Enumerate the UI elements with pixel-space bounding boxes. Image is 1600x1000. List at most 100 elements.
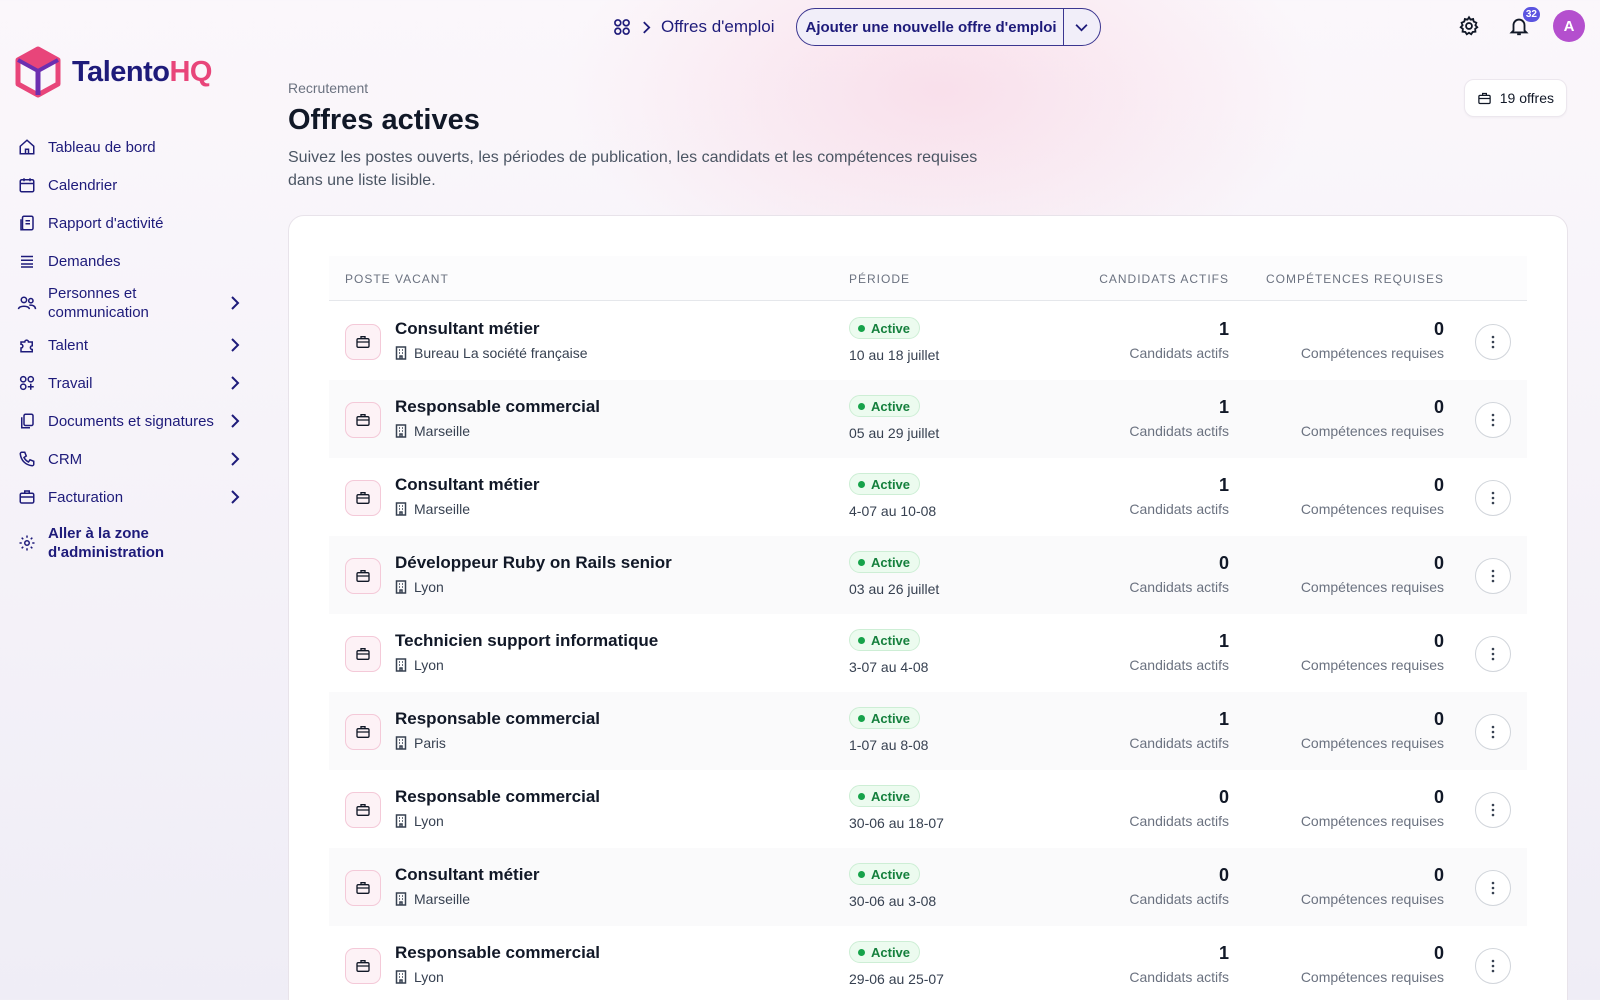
- job-period: 10 au 18 juillet: [849, 347, 940, 363]
- skills-label: Compétences requises: [1300, 501, 1444, 517]
- job-title[interactable]: Responsable commercial: [395, 709, 600, 729]
- people-icon: [16, 292, 38, 314]
- settings-button[interactable]: [1453, 10, 1485, 42]
- avatar[interactable]: A: [1553, 10, 1585, 42]
- table-row[interactable]: Développeur Ruby on Rails senior Lyon Ac…: [329, 536, 1527, 614]
- skills-count: 0: [1433, 631, 1444, 651]
- status-label: Active: [871, 320, 911, 336]
- candidates-count: 0: [1218, 787, 1229, 807]
- status-dot-icon: [858, 714, 865, 722]
- sidebar-item-talent[interactable]: Talent: [16, 326, 244, 364]
- skills-count: 0: [1433, 865, 1444, 885]
- briefcase-icon: [345, 636, 381, 672]
- job-title[interactable]: Responsable commercial: [395, 787, 600, 807]
- more-vertical-icon: [1491, 335, 1495, 349]
- status-dot-icon: [858, 948, 865, 956]
- sidebar-item-admin[interactable]: Aller à la zone d'administration: [16, 520, 244, 566]
- skills-label: Compétences requises: [1300, 813, 1444, 829]
- candidates-count: 1: [1218, 943, 1229, 963]
- table-row[interactable]: Responsable commercial Paris Active 1-07…: [329, 692, 1527, 770]
- notifications-button[interactable]: 32: [1503, 7, 1540, 42]
- status-badge: Active: [849, 785, 921, 807]
- job-location-label: Marseille: [414, 891, 471, 907]
- job-title[interactable]: Développeur Ruby on Rails senior: [395, 553, 672, 573]
- column-header-job[interactable]: Poste vacant: [345, 272, 449, 286]
- home-icon: [16, 136, 38, 158]
- logo[interactable]: TalentoHQ: [14, 46, 212, 98]
- skills-count: 0: [1433, 943, 1444, 963]
- job-title[interactable]: Consultant métier: [395, 475, 540, 495]
- building-icon: [395, 502, 407, 516]
- job-title[interactable]: Consultant métier: [395, 865, 540, 885]
- row-actions-button[interactable]: [1475, 948, 1511, 984]
- briefcase-icon: [345, 402, 381, 438]
- add-job-dropdown-button[interactable]: [1064, 9, 1100, 45]
- row-actions-button[interactable]: [1475, 558, 1511, 594]
- skills-label: Compétences requises: [1300, 345, 1444, 361]
- row-actions-button[interactable]: [1475, 870, 1511, 906]
- more-vertical-icon: [1491, 803, 1495, 817]
- candidates-label: Candidats actifs: [1129, 345, 1229, 361]
- row-actions-button[interactable]: [1475, 324, 1511, 360]
- add-job-button[interactable]: Ajouter une nouvelle offre d'emploi: [797, 9, 1064, 45]
- candidates-label: Candidats actifs: [1129, 735, 1229, 751]
- row-actions-button[interactable]: [1475, 714, 1511, 750]
- row-actions-button[interactable]: [1475, 480, 1511, 516]
- skills-count: 0: [1433, 475, 1444, 495]
- job-location-label: Marseille: [414, 501, 471, 517]
- sidebar-item-work[interactable]: Travail: [16, 364, 244, 402]
- job-period: 3-07 au 4-08: [849, 659, 929, 675]
- sidebar-item-calendar[interactable]: Calendrier: [16, 166, 244, 204]
- sidebar-item-crm[interactable]: CRM: [16, 440, 244, 478]
- column-header-period[interactable]: Période: [849, 272, 910, 286]
- row-actions-button[interactable]: [1475, 636, 1511, 672]
- job-location-label: Lyon: [414, 657, 444, 673]
- job-title[interactable]: Responsable commercial: [395, 943, 600, 963]
- logo-text: TalentoHQ: [72, 55, 212, 88]
- job-title[interactable]: Consultant métier: [395, 319, 540, 339]
- sidebar-item-requests[interactable]: Demandes: [16, 242, 244, 280]
- column-header-candidates[interactable]: Candidats actifs: [1099, 272, 1229, 286]
- table-row[interactable]: Technicien support informatique Lyon Act…: [329, 614, 1527, 692]
- status-badge: Active: [849, 551, 921, 573]
- apps-grid-icon[interactable]: [612, 17, 632, 37]
- more-vertical-icon: [1491, 881, 1495, 895]
- row-actions-button[interactable]: [1475, 402, 1511, 438]
- sidebar-item-billing[interactable]: Facturation: [16, 478, 244, 516]
- building-icon: [395, 346, 407, 360]
- table-row[interactable]: Responsable commercial Marseille Active …: [329, 380, 1527, 458]
- sidebar-item-activity-report[interactable]: Rapport d'activité: [16, 204, 244, 242]
- job-period: 1-07 au 8-08: [849, 737, 929, 753]
- candidates-label: Candidats actifs: [1129, 969, 1229, 985]
- sidebar-item-dashboard[interactable]: Tableau de bord: [16, 128, 244, 166]
- sidebar-item-people[interactable]: Personnes et communication: [16, 280, 244, 326]
- status-label: Active: [871, 554, 911, 570]
- column-header-skills[interactable]: Compétences requises: [1266, 272, 1444, 286]
- job-location: Lyon: [395, 969, 444, 985]
- table-row[interactable]: Consultant métier Marseille Active 30-06…: [329, 848, 1527, 926]
- status-label: Active: [871, 788, 911, 804]
- job-offers-list: Consultant métier Bureau La société fran…: [329, 302, 1527, 1000]
- sidebar-item-label: Calendrier: [48, 176, 118, 194]
- candidates-label: Candidats actifs: [1129, 579, 1229, 595]
- sidebar-item-label: Tableau de bord: [48, 138, 156, 156]
- job-location-label: Lyon: [414, 813, 444, 829]
- table-row[interactable]: Consultant métier Marseille Active 4-07 …: [329, 458, 1527, 536]
- sidebar-item-label: Documents et signatures: [48, 412, 214, 430]
- job-title[interactable]: Technicien support informatique: [395, 631, 658, 651]
- job-period: 30-06 au 3-08: [849, 893, 937, 909]
- job-title[interactable]: Responsable commercial: [395, 397, 600, 417]
- job-period: 4-07 au 10-08: [849, 503, 937, 519]
- sidebar-item-label: Demandes: [48, 252, 121, 270]
- sidebar-item-documents[interactable]: Documents et signatures: [16, 402, 244, 440]
- job-period: 30-06 au 18-07: [849, 815, 944, 831]
- breadcrumb-current[interactable]: Offres d'emploi: [661, 17, 774, 37]
- table-row[interactable]: Responsable commercial Lyon Active 29-06…: [329, 926, 1527, 1000]
- candidates-count: 1: [1218, 631, 1229, 651]
- job-period: 03 au 26 juillet: [849, 581, 940, 597]
- table-row[interactable]: Consultant métier Bureau La société fran…: [329, 302, 1527, 380]
- row-actions-button[interactable]: [1475, 792, 1511, 828]
- table-row[interactable]: Responsable commercial Lyon Active 30-06…: [329, 770, 1527, 848]
- documents-icon: [16, 410, 38, 432]
- sidebar-item-label: Facturation: [48, 488, 124, 506]
